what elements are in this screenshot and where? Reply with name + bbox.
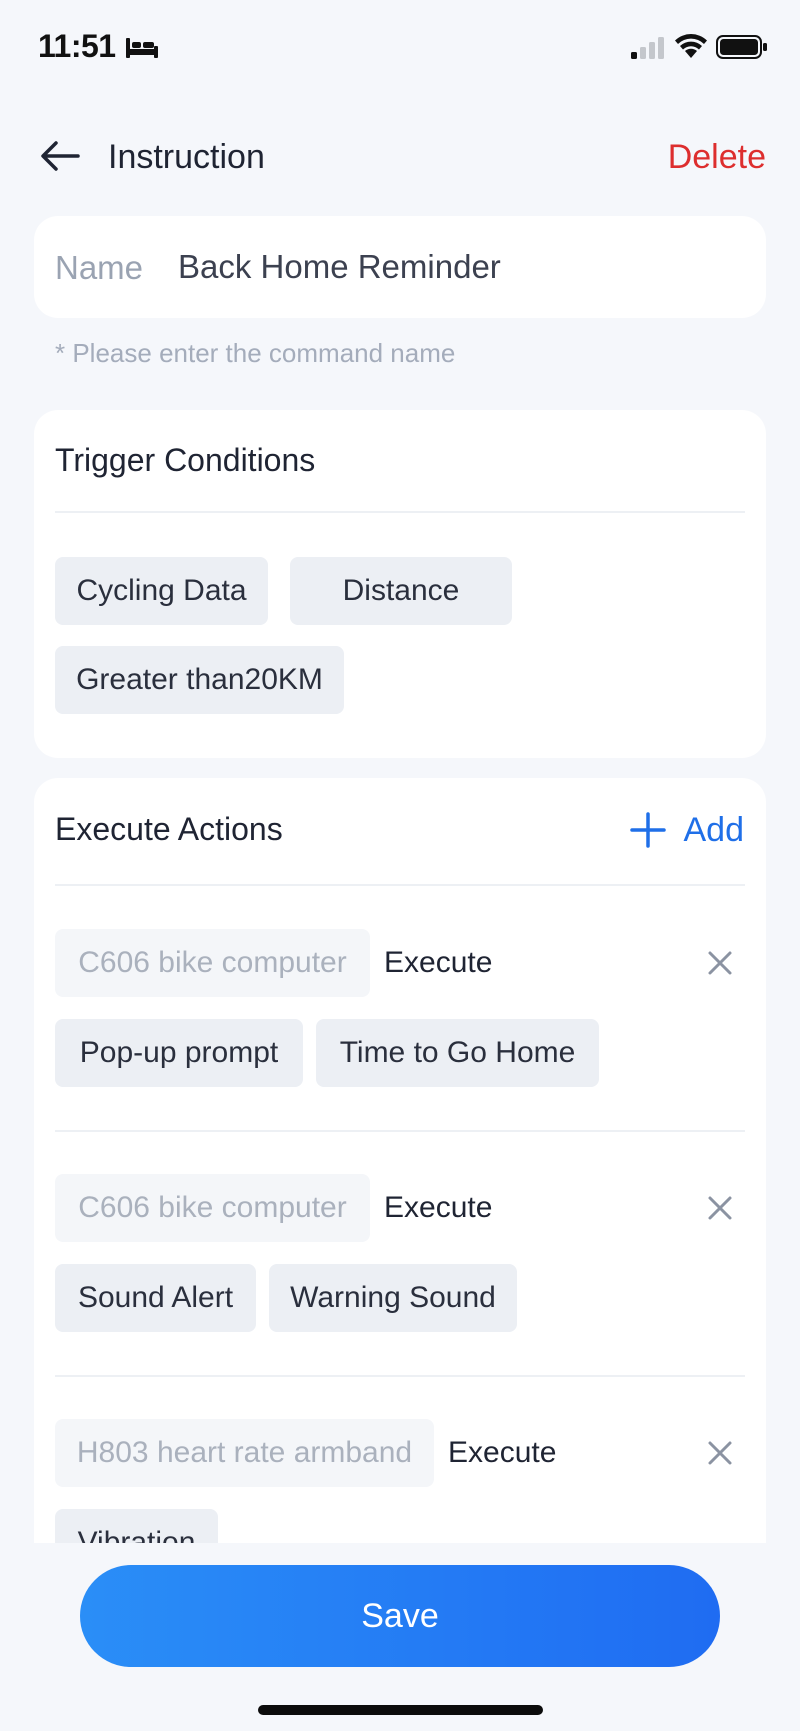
action-execute-label: Execute [384, 1191, 493, 1224]
name-card: Name [34, 216, 766, 318]
action-chip[interactable]: Warning Sound [269, 1264, 517, 1332]
action-device-chip[interactable]: C606 bike computer [55, 1174, 370, 1242]
action-execute-label: Execute [384, 946, 493, 979]
trigger-chip-metric[interactable]: Distance [290, 557, 512, 625]
page-title: Instruction [108, 138, 265, 176]
action-device-chip[interactable]: H803 heart rate armband [55, 1419, 434, 1487]
trigger-conditions-card: Trigger Conditions Cycling Data Distance… [34, 410, 766, 758]
close-icon[interactable] [705, 1193, 735, 1223]
divider [55, 1375, 745, 1377]
navigation-header: Instruction Delete [0, 120, 800, 192]
action-device-chip[interactable]: C606 bike computer [55, 929, 370, 997]
trigger-chip-category[interactable]: Cycling Data [55, 557, 268, 625]
trigger-chip-condition[interactable]: Greater than20KM [55, 646, 344, 714]
wifi-icon [675, 34, 707, 58]
name-input[interactable] [178, 240, 738, 294]
divider [55, 511, 745, 513]
name-label: Name [55, 249, 144, 286]
action-chip[interactable]: Pop-up prompt [55, 1019, 303, 1087]
battery-icon [716, 35, 767, 59]
add-action-label: Add [683, 810, 745, 849]
back-arrow-icon[interactable] [38, 136, 82, 176]
status-time: 11:51 [38, 28, 116, 64]
signal-icon [631, 37, 664, 59]
delete-button[interactable]: Delete [668, 138, 766, 177]
plus-icon [629, 812, 666, 848]
divider [55, 884, 745, 886]
close-icon[interactable] [705, 1438, 735, 1468]
add-action-button[interactable]: Add [629, 808, 745, 852]
bed-icon [126, 38, 158, 58]
status-bar: 11:51 [0, 0, 800, 96]
action-chip[interactable]: Vibration [55, 1509, 218, 1543]
execute-actions-card: Execute Actions Add C606 bike computer E… [34, 778, 766, 1543]
name-hint: * Please enter the command name [55, 338, 456, 368]
execute-actions-title: Execute Actions [55, 811, 283, 847]
save-button[interactable]: Save [80, 1565, 720, 1667]
action-chip[interactable]: Sound Alert [55, 1264, 256, 1332]
action-chip[interactable]: Time to Go Home [316, 1019, 599, 1087]
divider [55, 1130, 745, 1132]
home-indicator [258, 1705, 543, 1715]
action-execute-label: Execute [448, 1436, 557, 1469]
trigger-conditions-title: Trigger Conditions [55, 442, 316, 478]
close-icon[interactable] [705, 948, 735, 978]
